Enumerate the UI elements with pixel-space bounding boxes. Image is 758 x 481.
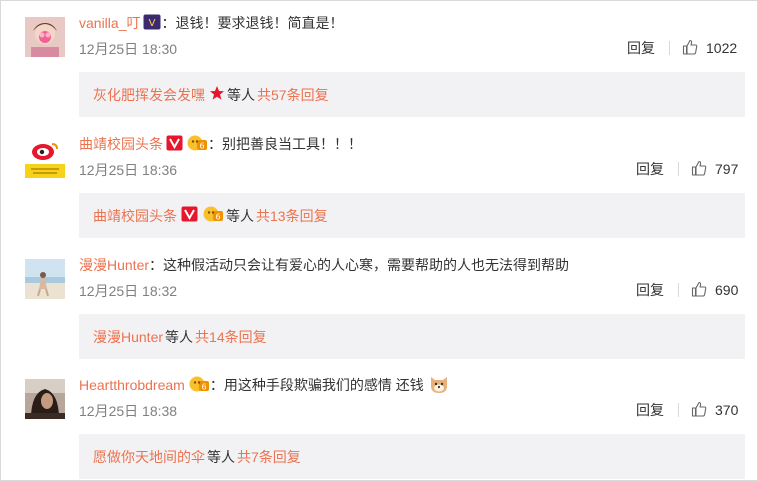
svg-text:6: 6 <box>199 141 204 150</box>
comment-actions: 回复 370 <box>636 401 738 419</box>
comment-text: 退钱！要求退钱！简直是！ <box>175 15 344 31</box>
sub-reply-user[interactable]: 曲靖校园头条 <box>93 206 177 226</box>
divider <box>678 162 679 176</box>
comment-line: 漫漫Hunter ： 这种假活动只会让有爱心的人心寒，需要帮助的人也无法得到帮助 <box>79 255 569 275</box>
comment-line: 曲靖校园头条 6 ： 别把善良当工具！！！ <box>79 134 362 154</box>
comment-actions: 回复 1022 <box>627 39 737 57</box>
like-count: 690 <box>715 282 739 298</box>
comment-date: 12月25日 18:32 <box>79 283 178 299</box>
comment-line: vanilla_叮 V ： 退钱！要求退钱！简直是！ <box>79 13 343 33</box>
like-count: 797 <box>715 161 739 177</box>
sub-replies-box[interactable]: 灰化肥挥发会发嘿 等人 共57条回复 <box>79 72 745 117</box>
avatar[interactable] <box>25 259 65 299</box>
comment-username[interactable]: 漫漫Hunter <box>79 255 149 275</box>
sub-replies-box[interactable]: 漫漫Hunter 等人 共14条回复 <box>79 314 745 359</box>
fan-badge-icon: 6 <box>186 134 208 155</box>
reply-button[interactable]: 回复 <box>636 400 664 420</box>
avatar[interactable] <box>25 379 65 419</box>
comment-line: Heartthrobdream 6 ： 用这种手段欺骗我们的感情 还钱 <box>79 375 450 395</box>
sub-reply-count[interactable]: 共14条回复 <box>195 327 267 347</box>
svg-text:6: 6 <box>215 213 220 222</box>
comment-username[interactable]: Heartthrobdream <box>79 377 185 393</box>
sub-reply-etc: 等人 <box>226 207 254 224</box>
fan-badge-icon: 6 <box>188 375 210 396</box>
sub-reply-count[interactable]: 共7条回复 <box>237 447 301 467</box>
colon: ： <box>149 257 164 273</box>
avatar[interactable] <box>25 138 65 178</box>
comment-username[interactable]: 曲靖校园头条 <box>79 134 163 154</box>
comment-list: vanilla_叮 V ： 退钱！要求退钱！简直是！ 12月25日 18:30 … <box>0 0 758 481</box>
sub-replies-box[interactable]: 曲靖校园头条 6 等人 共13条回复 <box>79 193 745 238</box>
thumbs-up-icon[interactable] <box>691 401 707 420</box>
dog-emoji-icon <box>428 374 450 397</box>
reply-button[interactable]: 回复 <box>636 280 664 300</box>
sub-reply-user[interactable]: 愿做你天地间的伞 <box>93 447 205 467</box>
svg-text:V: V <box>149 18 156 29</box>
comment-date: 12月25日 18:36 <box>79 162 178 178</box>
comment-date: 12月25日 18:38 <box>79 403 178 419</box>
reply-button[interactable]: 回复 <box>636 159 664 179</box>
comment-date: 12月25日 18:30 <box>79 41 178 57</box>
thumbs-up-icon[interactable] <box>682 39 698 58</box>
verified-v-badge-icon <box>181 206 198 225</box>
colon: ： <box>161 15 176 31</box>
sub-replies-box[interactable]: 愿做你天地间的伞 等人 共7条回复 <box>79 434 745 479</box>
sub-reply-etc: 等人 <box>227 86 255 103</box>
colon: ： <box>209 377 224 393</box>
comment-text: 别把善良当工具！！！ <box>222 136 362 152</box>
divider <box>669 41 670 55</box>
fan-badge-icon: 6 <box>202 205 224 226</box>
divider <box>678 283 679 297</box>
comment-actions: 回复 690 <box>636 281 738 299</box>
sub-reply-user[interactable]: 漫漫Hunter <box>93 327 163 347</box>
svg-text:6: 6 <box>201 382 206 391</box>
colon: ： <box>208 136 222 152</box>
comment-text: 用这种手段欺骗我们的感情 还钱 <box>223 377 424 393</box>
sub-reply-etc: 等人 <box>165 328 194 345</box>
avatar[interactable] <box>25 17 65 57</box>
member-badge-icon: V <box>143 14 161 33</box>
reply-button[interactable]: 回复 <box>627 38 655 58</box>
verified-v-badge-icon <box>166 135 183 154</box>
sub-reply-count[interactable]: 共57条回复 <box>257 85 329 105</box>
star-icon <box>209 85 225 104</box>
divider <box>678 403 679 417</box>
like-count: 1022 <box>706 40 738 56</box>
comment-actions: 回复 797 <box>636 160 738 178</box>
like-count: 370 <box>715 402 739 418</box>
sub-reply-count[interactable]: 共13条回复 <box>256 206 328 226</box>
comment-username[interactable]: vanilla_叮 <box>79 13 140 33</box>
sub-reply-user[interactable]: 灰化肥挥发会发嘿 <box>93 85 205 105</box>
comment-text: 这种假活动只会让有爱心的人心寒，需要帮助的人也无法得到帮助 <box>163 257 570 273</box>
thumbs-up-icon[interactable] <box>691 160 707 179</box>
sub-reply-etc: 等人 <box>207 448 235 465</box>
thumbs-up-icon[interactable] <box>691 281 707 300</box>
